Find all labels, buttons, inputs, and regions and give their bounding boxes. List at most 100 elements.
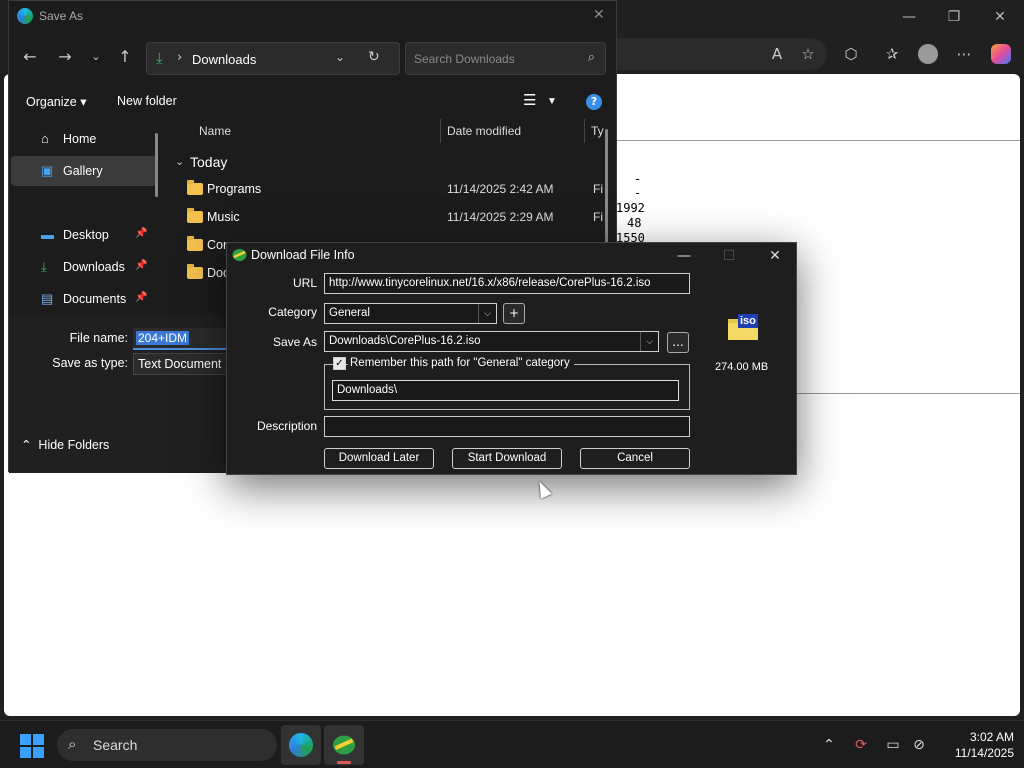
documents-icon: ▤ — [41, 291, 54, 306]
organize-button[interactable]: Organize ▾ — [26, 94, 86, 109]
taskbar-search[interactable]: ⌕ Search — [57, 729, 277, 761]
nav-item-home[interactable]: ⌂ Home — [11, 124, 157, 154]
save-as-field[interactable]: Downloads\CorePlus-16.2.iso ⌵ — [324, 331, 659, 352]
add-category-button[interactable]: + — [503, 303, 525, 324]
remember-path-label: Remember this path for "General" categor… — [348, 357, 574, 369]
browser-close-button[interactable]: ✕ — [985, 6, 1015, 28]
pin-icon: 📌 — [135, 292, 148, 303]
category-value: General — [329, 307, 370, 319]
maximize-icon: ☐ — [722, 248, 736, 264]
group-collapse-chevron-icon[interactable]: ⌄ — [175, 155, 184, 168]
group-header-today[interactable]: Today — [190, 154, 227, 170]
copilot-icon[interactable] — [989, 42, 1013, 66]
more-menu-icon[interactable]: ⋯ — [952, 42, 976, 66]
address-dropdown-icon[interactable]: ⌄ — [335, 50, 345, 64]
save-type-label: Save as type: — [52, 356, 128, 370]
close-icon[interactable]: ✕ — [593, 7, 605, 23]
file-row[interactable]: Music 11/14/2025 2:29 AM Fi — [185, 205, 605, 231]
cancel-button[interactable]: Cancel — [580, 448, 690, 469]
display-icon[interactable]: ▭ — [882, 734, 904, 756]
forward-arrow-icon[interactable]: → — [54, 47, 76, 66]
minimize-icon[interactable]: — — [664, 245, 704, 267]
favorite-star-icon[interactable]: ☆ — [796, 42, 820, 66]
browser-restore-button[interactable]: ❐ — [939, 6, 969, 28]
column-header-type[interactable]: Ty — [591, 124, 604, 138]
file-name-value[interactable]: 204+IDM — [136, 331, 190, 345]
category-path-field[interactable]: Downloads\ — [332, 380, 679, 401]
edge-logo-icon — [17, 8, 33, 24]
save-type-select[interactable]: Text Document — [133, 353, 233, 375]
file-list-scrollbar[interactable] — [605, 129, 608, 249]
download-icon: ⤓ — [41, 259, 47, 274]
divider — [617, 140, 1020, 141]
dfi-title: Download File Info — [251, 248, 355, 262]
nav-item-label: Desktop — [63, 228, 109, 242]
file-size: 274.00 MB — [715, 361, 769, 373]
start-button[interactable] — [20, 734, 44, 758]
column-divider[interactable] — [440, 119, 441, 143]
nav-item-desktop[interactable]: ▬ Desktop 📌 — [11, 220, 157, 250]
sync-icon[interactable]: ⟳ — [850, 734, 872, 756]
nav-item-gallery[interactable]: ▣ Gallery — [11, 156, 157, 186]
start-download-button[interactable]: Start Download — [452, 448, 562, 469]
nav-scrollbar[interactable] — [155, 133, 158, 197]
hide-folders-button[interactable]: ⌃ Hide Folders — [21, 437, 109, 452]
description-label: Description — [256, 419, 317, 433]
download-icon: ⤓ — [156, 49, 163, 67]
page-text: 1992 — [616, 201, 645, 215]
read-aloud-icon[interactable]: A — [765, 42, 789, 66]
close-icon[interactable]: ✕ — [755, 245, 795, 267]
browser-titlebar: — ❐ ✕ — [617, 0, 1024, 36]
new-folder-button[interactable]: New folder — [117, 94, 177, 108]
folder-icon — [187, 208, 203, 223]
file-name-label: File name: — [69, 331, 128, 345]
download-file-info-dialog: Download File Info — ☐ ✕ URL http://www.… — [226, 242, 797, 475]
command-bar: Organize ▾ New folder ☰ ▼ — [9, 87, 616, 117]
search-box[interactable]: Search Downloads ⌕ — [405, 42, 606, 75]
favorites-icon[interactable]: ✰ — [880, 42, 904, 66]
extensions-icon[interactable]: ⬡ — [839, 42, 863, 66]
profile-avatar[interactable] — [916, 42, 940, 66]
category-select[interactable]: General ⌵ — [324, 303, 497, 324]
nav-item-downloads[interactable]: ⤓ Downloads 📌 — [11, 252, 157, 282]
address-bar[interactable]: ⤓ › Downloads ⌄ ↻ — [146, 42, 400, 75]
browser-minimize-button[interactable]: — — [894, 6, 924, 28]
folder-icon — [187, 180, 203, 195]
chevron-down-icon: ⌵ — [478, 304, 496, 323]
taskbar-edge-button[interactable] — [281, 725, 321, 765]
download-later-button[interactable]: Download Later — [324, 448, 434, 469]
search-input[interactable]: Search Downloads — [414, 52, 515, 66]
file-type: Fi — [593, 182, 603, 196]
taskbar: ⌕ Search ⌃ ⟳ ▭ ⊘ 3:02 AM 11/14/2025 — [0, 720, 1024, 768]
network-icon[interactable]: ⊘ — [908, 734, 930, 756]
clock[interactable]: 3:02 AM 11/14/2025 — [936, 729, 1014, 761]
view-dropdown-icon[interactable]: ▼ — [547, 96, 557, 107]
column-header-name[interactable]: Name — [199, 124, 231, 138]
show-hidden-icons-chevron-icon[interactable]: ⌃ — [818, 734, 840, 756]
view-options-icon[interactable]: ☰ — [523, 91, 536, 109]
remember-path-checkbox[interactable]: ✓ — [333, 357, 346, 370]
nav-item-documents[interactable]: ▤ Documents 📌 — [11, 284, 157, 314]
description-field[interactable] — [324, 416, 690, 437]
up-arrow-icon[interactable]: ↑ — [114, 47, 136, 66]
column-divider[interactable] — [584, 119, 585, 143]
file-row[interactable]: Programs 11/14/2025 2:42 AM Fi — [185, 177, 605, 203]
nav-item-label: Documents — [63, 292, 127, 306]
browse-button[interactable]: ... — [667, 332, 689, 353]
file-name: Programs — [207, 182, 262, 196]
url-field[interactable]: http://www.tinycorelinux.net/16.x/x86/re… — [324, 273, 690, 294]
column-header-date[interactable]: Date modified — [447, 124, 521, 138]
chevron-down-icon: ⌵ — [640, 332, 658, 351]
save-as-label: Save As — [272, 335, 317, 349]
back-arrow-icon[interactable]: ← — [19, 47, 41, 66]
recent-locations-chevron-icon[interactable]: ⌄ — [85, 50, 107, 63]
url-value: http://www.tinycorelinux.net/16.x/x86/re… — [329, 277, 651, 289]
edge-icon — [289, 733, 313, 757]
taskbar-idm-button[interactable] — [324, 725, 364, 765]
taskbar-search-label: Search — [93, 737, 138, 753]
file-name-field[interactable]: 204+IDM — [133, 328, 233, 350]
help-icon[interactable]: ? — [586, 94, 602, 110]
save-type-value: Text Document — [138, 357, 222, 371]
active-indicator — [337, 761, 351, 764]
refresh-icon[interactable]: ↻ — [368, 49, 380, 65]
